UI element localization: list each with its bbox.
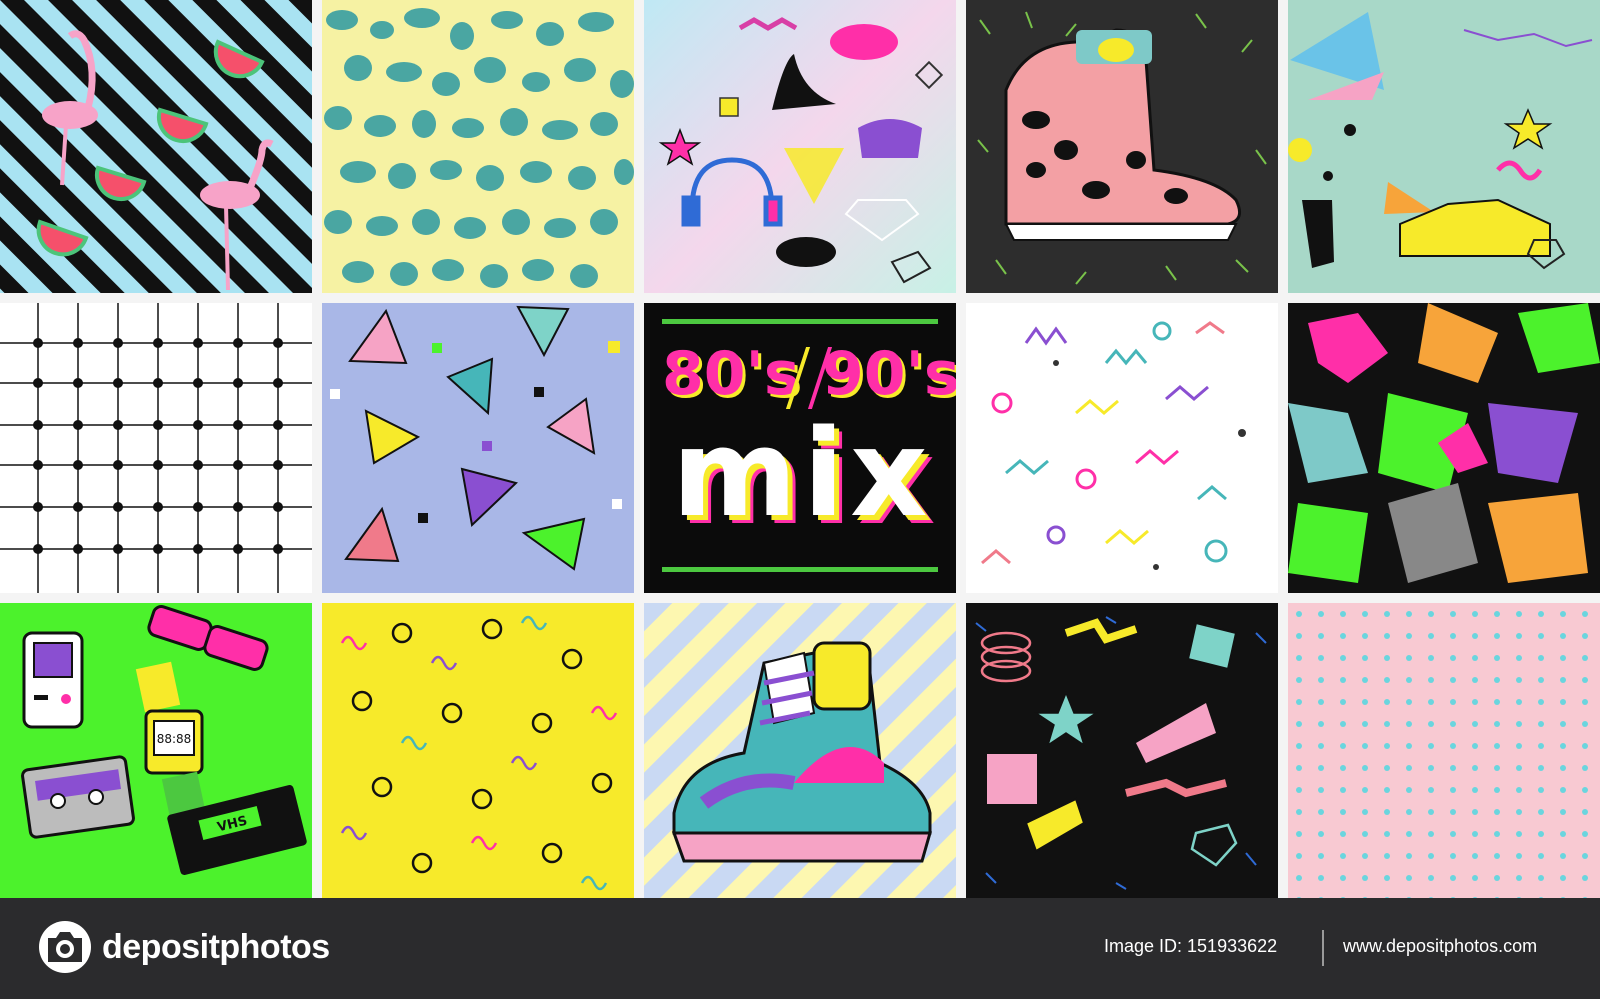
diamond-icon bbox=[844, 199, 920, 242]
tile-flamingo-watermelon bbox=[0, 0, 312, 293]
shutter-glasses-icon bbox=[147, 605, 269, 671]
tile-octagon-grid bbox=[0, 303, 312, 593]
top-green-bar bbox=[662, 319, 938, 324]
title-90s: 90's bbox=[822, 339, 956, 409]
footer-separator bbox=[1322, 930, 1324, 966]
cube-shape bbox=[719, 97, 739, 117]
title-mix: mix bbox=[672, 405, 934, 544]
tile-fashion-icons bbox=[644, 0, 956, 293]
image-id: Image ID: 151933622 bbox=[1104, 936, 1278, 956]
digital-watch-icon: 88:88 bbox=[135, 661, 207, 823]
website-link[interactable]: www.depositphotos.com bbox=[1343, 936, 1537, 957]
lipstick-lips-icon bbox=[776, 237, 836, 267]
diamond-icon bbox=[890, 250, 932, 284]
pattern-collage: 80's 90's mix 88:88 VHS bbox=[0, 0, 1600, 898]
lipstick-lips-icon bbox=[830, 24, 898, 60]
star-icon bbox=[658, 127, 702, 166]
bottom-green-bar bbox=[662, 567, 938, 572]
title-80s: 80's bbox=[662, 339, 800, 409]
tile-squiggles-white bbox=[966, 303, 1278, 593]
tile-title-poster: 80's 90's mix bbox=[644, 303, 956, 593]
high-heel-icon bbox=[772, 54, 836, 110]
headphones-icon bbox=[681, 157, 783, 227]
diamond-icon bbox=[914, 60, 944, 90]
cassette-icon bbox=[21, 755, 135, 839]
zigzag-shape bbox=[738, 17, 798, 31]
logo-text: depositphotos bbox=[102, 927, 330, 966]
brand-logo[interactable]: depositphotos bbox=[38, 920, 330, 974]
tile-dark-memphis bbox=[966, 603, 1278, 898]
game-console-icon bbox=[22, 631, 84, 729]
tile-yellow-squiggles bbox=[322, 603, 634, 898]
camera-logo-icon bbox=[39, 921, 91, 973]
tile-leopard-sneaker bbox=[966, 0, 1278, 293]
purse-icon bbox=[858, 119, 922, 158]
tile-neon-stars bbox=[1288, 303, 1600, 593]
tile-pastel-sneaker bbox=[644, 603, 956, 898]
tile-memphis-shapes bbox=[1288, 0, 1600, 293]
tile-pink-dots bbox=[1288, 603, 1600, 898]
tile-leopard-spots bbox=[322, 0, 634, 293]
tile-triangles bbox=[322, 303, 634, 593]
tile-retro-gadgets: 88:88 VHS bbox=[0, 603, 312, 898]
svg-text:88:88: 88:88 bbox=[157, 732, 192, 746]
sneaker-icon bbox=[1004, 28, 1242, 241]
triangle-shape bbox=[784, 148, 844, 204]
